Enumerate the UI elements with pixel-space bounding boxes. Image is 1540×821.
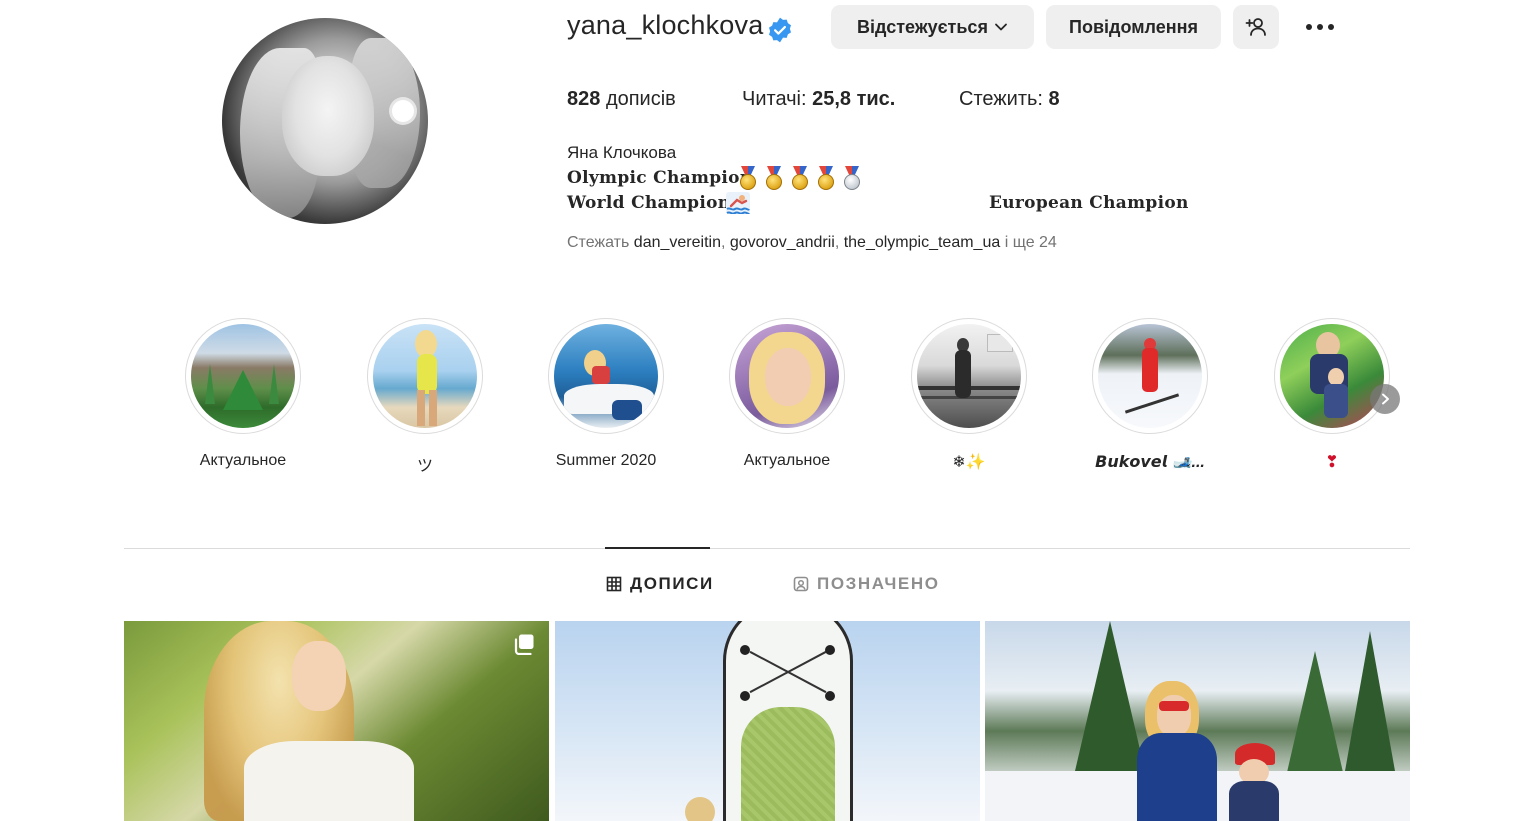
post-thumbnail[interactable]: [985, 621, 1410, 821]
gold-medal-icon: [737, 166, 759, 190]
verified-badge-icon: [769, 17, 791, 43]
suggest-people-button[interactable]: [1233, 5, 1279, 49]
story-highlight[interactable]: ツ: [367, 318, 483, 475]
chevron-down-icon: [995, 23, 1007, 31]
highlight-label: Актуальное: [743, 452, 831, 469]
message-button[interactable]: Повідомлення: [1046, 5, 1221, 49]
post-thumbnail[interactable]: [124, 621, 549, 821]
highlight-label: Summer 2020: [555, 452, 657, 469]
tab-tagged-label: ПОЗНАЧЕНО: [817, 574, 940, 593]
posts-label: дописів: [605, 88, 676, 110]
followed-by-account[interactable]: govorov_andrii: [730, 234, 835, 251]
silver-medal-icon: [841, 166, 863, 190]
gold-medal-icon: [815, 166, 837, 190]
highlight-label: ❄✨: [952, 454, 986, 471]
story-highlight[interactable]: Актуальное: [729, 318, 845, 469]
bio-line-olympic: Olympic Champion: [567, 168, 753, 188]
followers-count: 25,8 тис.: [812, 88, 896, 110]
more-options-icon[interactable]: [1300, 14, 1340, 40]
add-person-icon: [1245, 18, 1266, 36]
highlight-label: Актуальное: [199, 452, 287, 469]
chevron-right-icon: [1382, 393, 1389, 405]
following-button[interactable]: Відстежується: [831, 5, 1034, 49]
followed-by-account[interactable]: dan_vereitin: [634, 234, 721, 251]
following-button-label: Відстежується: [857, 16, 988, 37]
highlight-label: 𝘽𝙪𝙠𝙤𝙫𝙚𝙡 🎿...: [1095, 454, 1205, 471]
posts-stat: 828 дописів: [567, 88, 676, 111]
following-stat[interactable]: Стежить: 8: [959, 88, 1060, 111]
story-highlight[interactable]: Summer 2020: [548, 318, 664, 469]
posts-count: 828: [567, 88, 601, 110]
highlight-cover-ski: [1098, 324, 1202, 428]
followers-label: Читачі:: [742, 88, 807, 110]
tab-posts[interactable]: ДОПИСИ: [606, 574, 714, 594]
story-highlight[interactable]: Актуальное: [185, 318, 301, 469]
tabs-divider: [124, 548, 1410, 549]
tagged-person-icon: [793, 576, 809, 592]
bio-line-european: European Champion: [989, 193, 1189, 213]
highlight-cover-boat: [554, 324, 658, 428]
story-highlight[interactable]: ❣: [1274, 318, 1390, 471]
gold-medal-icon: [789, 166, 811, 190]
bio-full-name: Яна Клочкова: [567, 143, 677, 162]
highlight-cover-terrace: [917, 324, 1021, 428]
highlight-cover-beach: [373, 324, 477, 428]
highlight-cover-town: [191, 324, 295, 428]
followed-by[interactable]: Стежать dan_vereitin, govorov_andrii, th…: [567, 234, 1057, 252]
story-highlight[interactable]: 𝘽𝙪𝙠𝙤𝙫𝙚𝙡 🎿...: [1092, 318, 1208, 471]
highlight-cover-portrait: [735, 324, 839, 428]
bio-line-world: World Champion: [567, 193, 731, 213]
multiple-images-icon: [514, 634, 534, 655]
profile-username: yana_klochkova: [567, 10, 764, 40]
message-button-label: Повідомлення: [1069, 16, 1198, 37]
grid-icon: [606, 576, 622, 592]
highlights-next-button[interactable]: [1370, 384, 1400, 414]
following-count: 8: [1048, 88, 1060, 110]
medals-row: [737, 166, 863, 190]
swimmer-icon: [726, 192, 750, 214]
highlight-cover-kids: [1280, 324, 1384, 428]
followers-stat[interactable]: Читачі: 25,8 тис.: [742, 88, 895, 111]
active-tab-indicator: [605, 547, 710, 549]
profile-avatar[interactable]: [222, 18, 428, 224]
tab-posts-label: ДОПИСИ: [630, 574, 714, 593]
post-thumbnail[interactable]: [555, 621, 980, 821]
highlight-label: ツ: [416, 458, 433, 475]
followed-by-suffix: і ще 24: [1004, 234, 1057, 251]
followed-by-account[interactable]: the_olympic_team_ua: [844, 234, 1001, 251]
tab-tagged[interactable]: ПОЗНАЧЕНО: [793, 574, 940, 594]
gold-medal-icon: [763, 166, 785, 190]
highlight-label: ❣: [1325, 454, 1339, 471]
following-label: Стежить:: [959, 88, 1043, 110]
followed-by-prefix: Стежать: [567, 234, 630, 251]
story-highlight[interactable]: ❄✨: [911, 318, 1027, 471]
